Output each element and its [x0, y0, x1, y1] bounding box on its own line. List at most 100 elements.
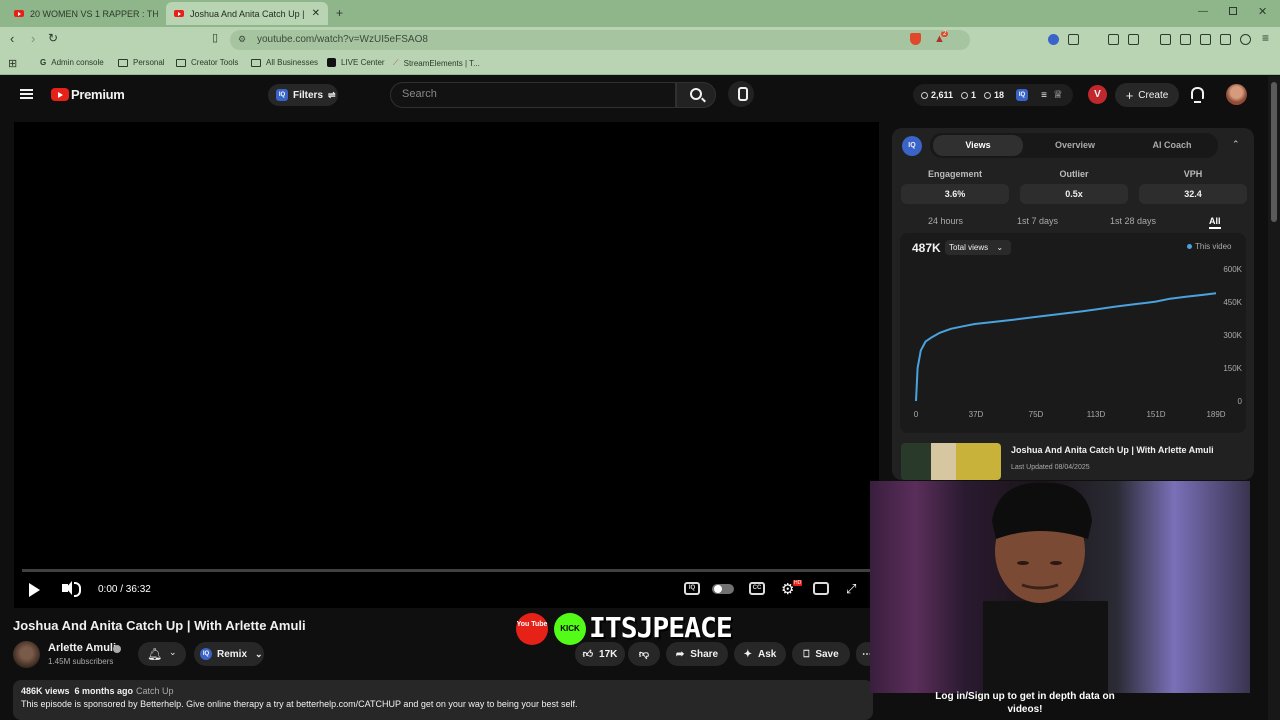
site-info-icon[interactable]: ⚙: [238, 34, 246, 45]
stat-views: 18: [984, 90, 1004, 100]
y-tick-label: 0: [1238, 397, 1243, 406]
puzzle-icon[interactable]: [1108, 34, 1119, 45]
tab-views[interactable]: Views: [933, 135, 1023, 156]
video-progress-bar[interactable]: [22, 569, 872, 572]
hamburger-menu-icon[interactable]: [20, 89, 33, 99]
x-tick-label: 37D: [969, 410, 984, 419]
tiktok-icon: [327, 58, 336, 67]
forward-icon[interactable]: ›: [31, 31, 35, 46]
vpn-icon[interactable]: [1240, 34, 1251, 45]
x-tick-label: 75D: [1029, 410, 1044, 419]
range-first-7-days[interactable]: 1st 7 days: [1017, 216, 1058, 226]
play-icon[interactable]: [29, 583, 40, 597]
trophy-icon[interactable]: ♕: [1053, 88, 1063, 101]
range-first-28-days[interactable]: 1st 28 days: [1110, 216, 1156, 226]
y-tick-label: 450K: [1223, 298, 1242, 307]
x-tick-label: 151D: [1146, 410, 1165, 419]
bookmark-streamelements[interactable]: ⟋ StreamElements | T...: [393, 58, 480, 68]
video-thumbnail[interactable]: [901, 443, 1001, 480]
subscription-bell-button[interactable]: 🔔︎ ⌄: [138, 642, 186, 666]
views-metric-select[interactable]: Total views ⌄: [945, 240, 1011, 255]
total-views-value: 487K: [912, 241, 941, 255]
back-icon[interactable]: ‹: [10, 31, 14, 46]
user-avatar[interactable]: [1226, 84, 1247, 105]
bookmark-icon[interactable]: ▯: [212, 31, 218, 44]
create-button[interactable]: + Create: [1115, 83, 1179, 107]
volume-icon[interactable]: [62, 581, 81, 597]
captions-icon[interactable]: CC: [749, 582, 765, 595]
sidebar-icon[interactable]: [1180, 34, 1191, 45]
dislike-button[interactable]: 👎︎: [628, 642, 660, 666]
scrollbar-thumb[interactable]: [1271, 82, 1277, 222]
browser-tab-2[interactable]: Joshua And Anita Catch Up | Wi ✕: [166, 2, 328, 25]
plus-icon: +: [1125, 87, 1134, 103]
new-tab-button[interactable]: +: [336, 6, 343, 20]
durag: [992, 482, 1092, 539]
channel-name[interactable]: Arlette Amuli: [48, 642, 116, 654]
bookmark-creator-tools[interactable]: Creator Tools: [176, 58, 238, 67]
bookmark-live-center[interactable]: LIVE Center: [327, 58, 385, 67]
extension-icon[interactable]: [1200, 34, 1211, 45]
voice-search-mic-icon[interactable]: [728, 81, 754, 107]
views-line-chart: 0 150K 300K 450K 600K 0 37D 75D 113D 151D 189D: [914, 265, 1243, 419]
menu-icon[interactable]: ≡: [1262, 31, 1269, 45]
apps-grid-icon[interactable]: ⊞: [8, 57, 17, 70]
x-tick-label: 113D: [1087, 410, 1106, 419]
reload-icon[interactable]: ↻: [48, 31, 58, 45]
window-close-icon[interactable]: ✕: [1258, 5, 1267, 18]
tab-ai-coach[interactable]: AI Coach: [1127, 135, 1217, 156]
playlist-tag[interactable]: Catch Up: [136, 686, 174, 696]
collapse-chevron-icon[interactable]: ⌃: [1232, 139, 1240, 150]
autoplay-toggle[interactable]: [712, 584, 734, 594]
channel-avatar[interactable]: [13, 641, 40, 668]
bookmark-all-businesses[interactable]: All Businesses: [251, 58, 318, 67]
metric-vph-label: VPH: [1183, 169, 1203, 179]
vidiq-player-icon[interactable]: IQ: [684, 582, 700, 595]
search-button[interactable]: [676, 82, 716, 108]
share-button[interactable]: ➦ Share: [666, 642, 728, 666]
remix-button[interactable]: IQ Remix ⌄: [194, 642, 264, 666]
extension-icon[interactable]: [1048, 34, 1059, 45]
window-minimize-icon[interactable]: —: [1198, 6, 1208, 17]
vidiq-icon: IQ: [1016, 89, 1029, 101]
vidiq-logo-icon: IQ: [902, 136, 922, 156]
folder-icon: [176, 58, 186, 67]
filters-button[interactable]: IQ Filters ⇌: [268, 84, 338, 106]
extension-icon[interactable]: [1128, 34, 1139, 45]
bookmark-admin-console[interactable]: G Admin console: [40, 58, 104, 67]
save-button[interactable]: ⎕ Save: [792, 642, 850, 666]
brave-shield-icon[interactable]: [910, 33, 921, 45]
panel-video-title: Joshua And Anita Catch Up | With Arlette…: [1011, 445, 1214, 455]
browser-tab-1[interactable]: 20 WOMEN VS 1 RAPPER : THE GAM: [6, 2, 158, 25]
x-tick-label: 189D: [1206, 410, 1225, 419]
wallet-icon[interactable]: [1220, 34, 1231, 45]
like-button[interactable]: 👍︎ 17K: [575, 642, 625, 666]
tab-close-icon[interactable]: ✕: [312, 8, 320, 19]
stat-live: 1: [961, 90, 976, 100]
fullscreen-icon[interactable]: ⤢: [846, 581, 856, 597]
metric-vph-value: 32.4: [1139, 184, 1247, 204]
eye: [1017, 561, 1029, 565]
channel-stats-pill[interactable]: 2,611 1 18 IQ ≡: [913, 84, 1073, 106]
youtube-logo-icon[interactable]: [51, 88, 69, 101]
search-icon: [690, 88, 702, 100]
chevron-down-icon: ⌄: [996, 243, 1004, 252]
extension-v-avatar[interactable]: V: [1088, 85, 1107, 104]
youtube-premium-logo[interactable]: Premium: [71, 87, 125, 102]
ask-button[interactable]: ✦ Ask: [734, 642, 786, 666]
range-all[interactable]: All: [1209, 216, 1221, 229]
music-icon[interactable]: [1160, 34, 1171, 45]
tab-title: 20 WOMEN VS 1 RAPPER : THE GAM: [30, 8, 158, 19]
tab-overview[interactable]: Overview: [1030, 135, 1120, 156]
streamer-brand-name: ITSJPEACE: [589, 611, 733, 644]
chevron-down-icon: ⌄: [255, 648, 263, 659]
theater-mode-icon[interactable]: [813, 582, 829, 595]
notifications-bell-icon[interactable]: [1191, 87, 1204, 103]
extension-icon[interactable]: [1068, 34, 1079, 45]
video-player[interactable]: [14, 122, 879, 608]
range-24-hours[interactable]: 24 hours: [928, 216, 963, 226]
window-maximize-icon[interactable]: [1229, 7, 1237, 15]
series-line-this-video: [915, 292, 1217, 402]
bookmark-personal[interactable]: Personal: [118, 58, 165, 67]
kick-brand-badge: KICK: [554, 613, 586, 645]
